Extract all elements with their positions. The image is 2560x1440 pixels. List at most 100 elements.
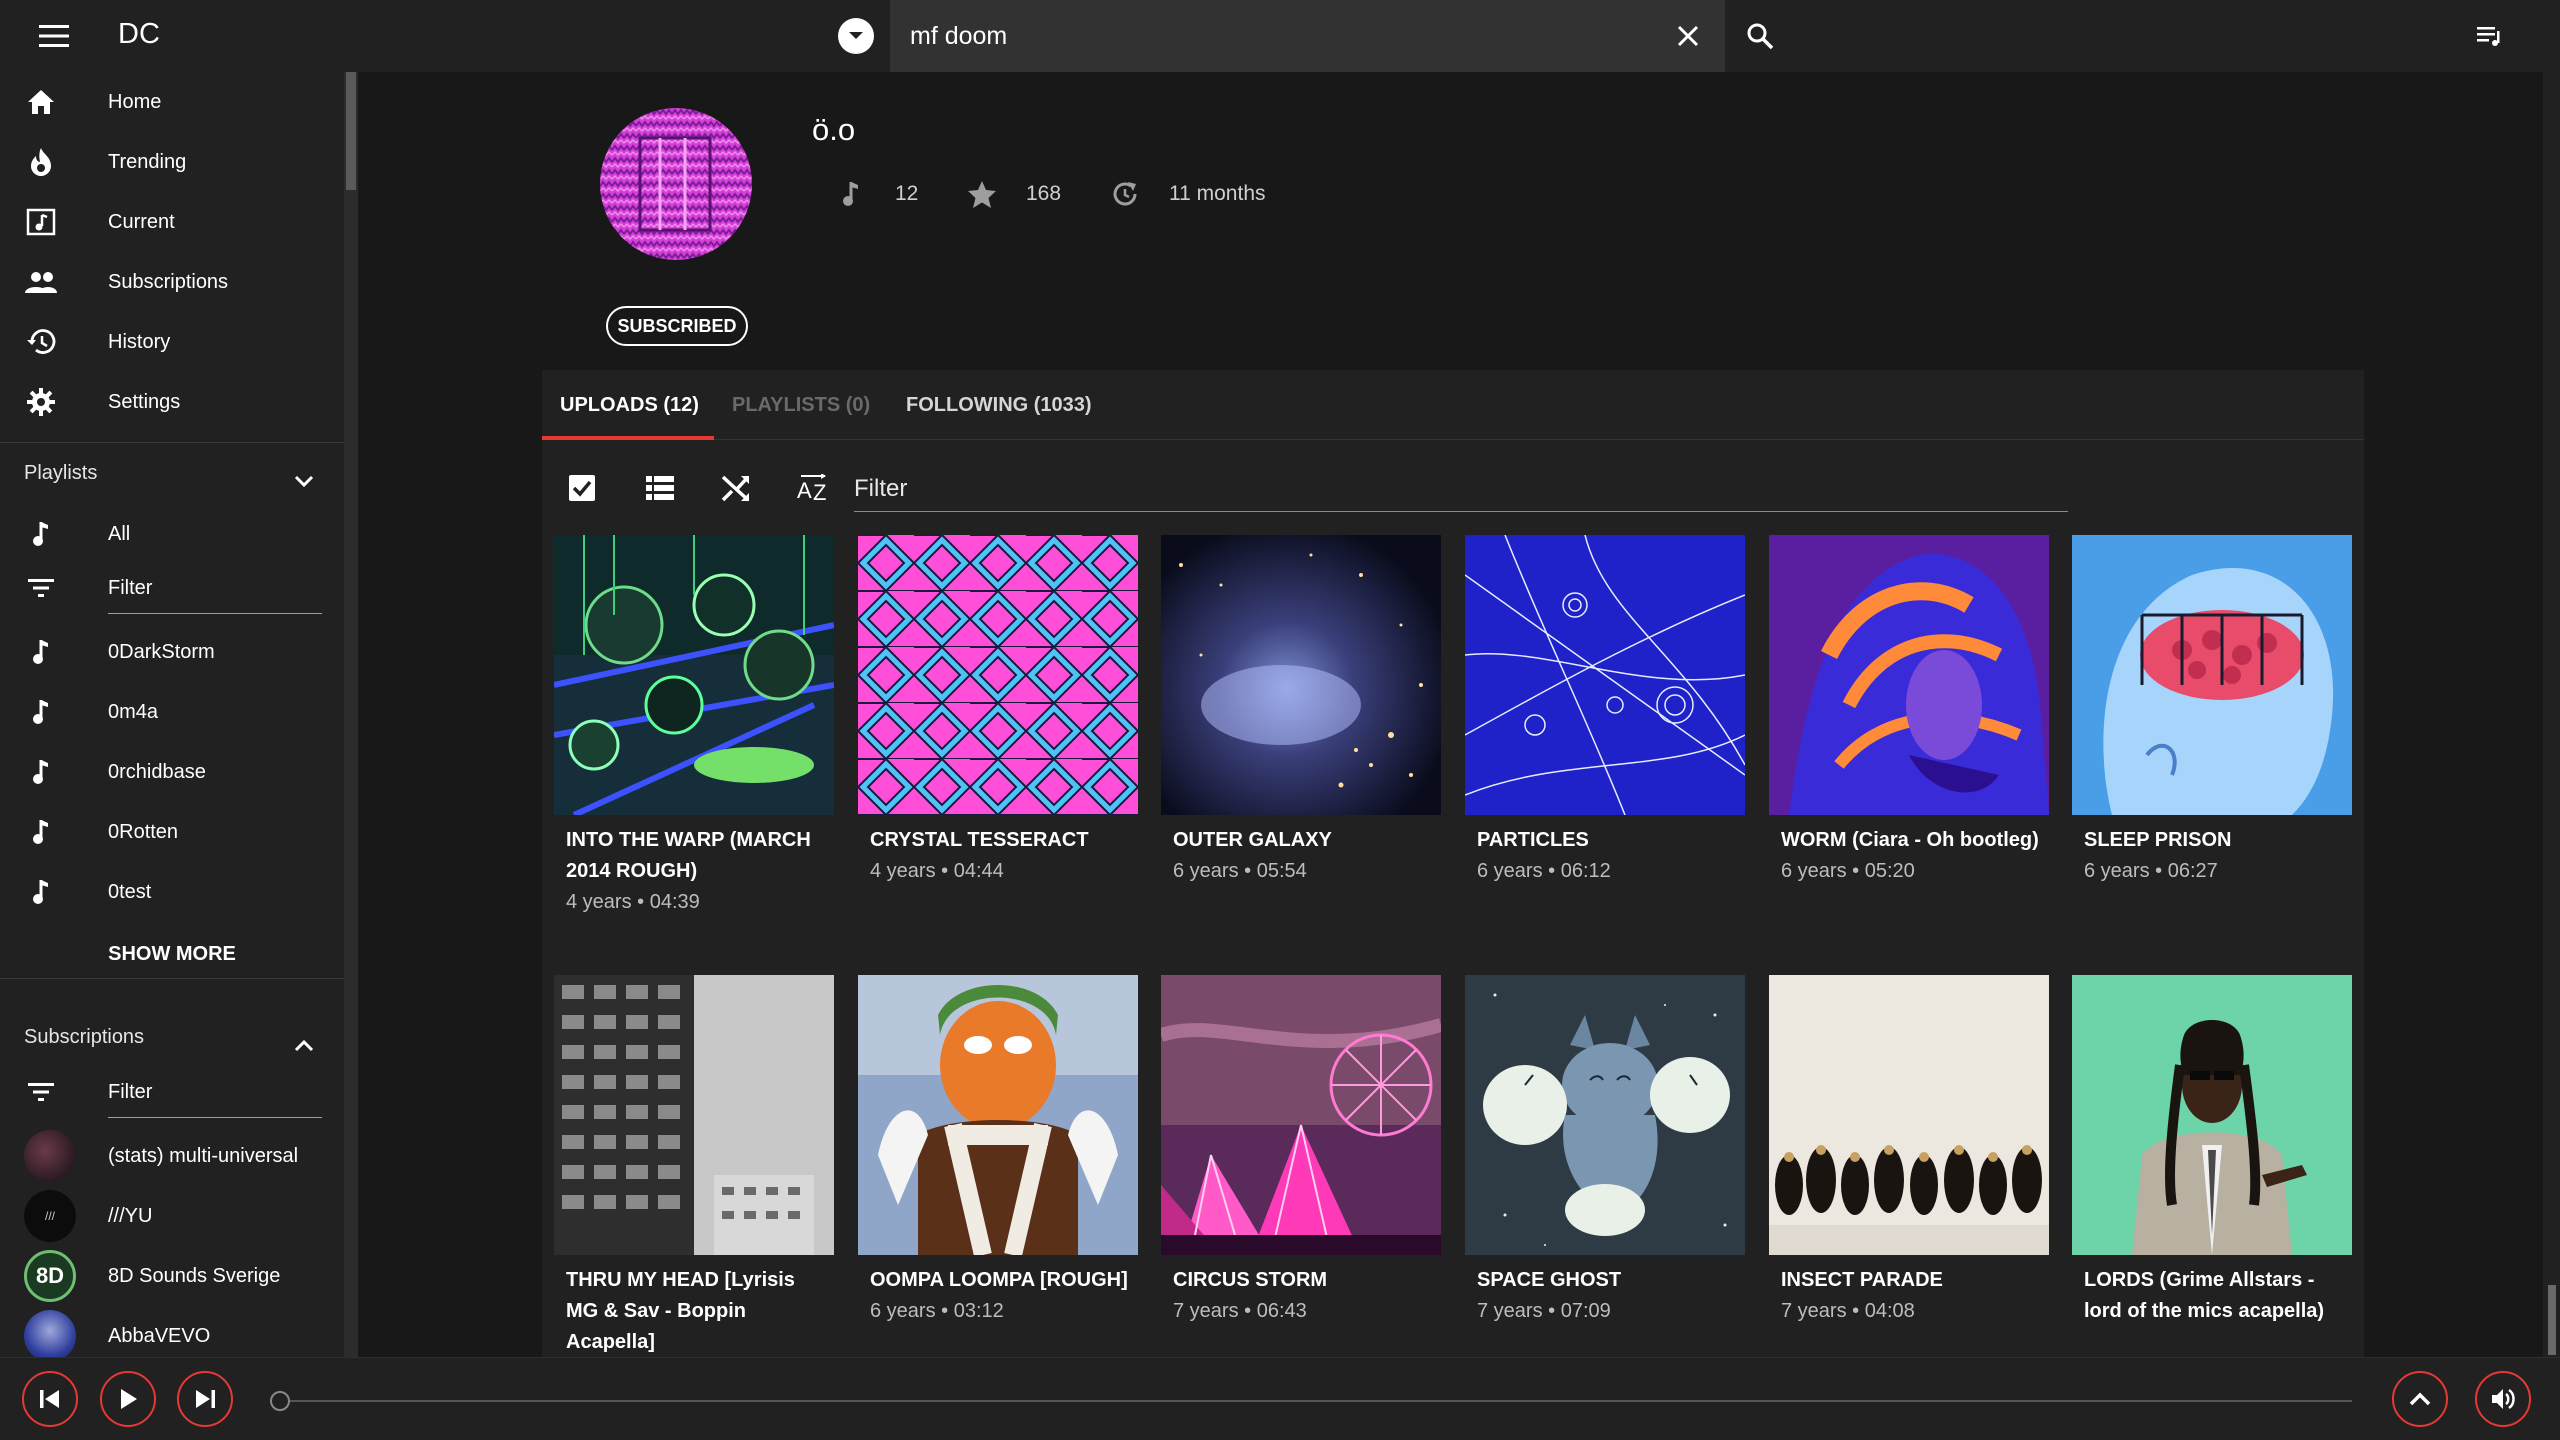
- track-title[interactable]: CRYSTAL TESSERACT: [858, 825, 1138, 856]
- tab-uploads[interactable]: UPLOADS (12): [560, 370, 699, 440]
- sidebar-item-current[interactable]: Current: [0, 192, 344, 252]
- track-tile[interactable]: OUTER GALAXY 6 years • 05:54: [1161, 535, 1441, 887]
- track-artwork[interactable]: [1465, 975, 1745, 1255]
- chevron-up-icon[interactable]: [288, 1030, 320, 1062]
- track-title[interactable]: INTO THE WARP (MARCH 2014 ROUGH): [554, 825, 834, 887]
- seek-handle[interactable]: [270, 1391, 290, 1411]
- track-tile[interactable]: WORM (Ciara - Oh bootleg) 6 years • 05:2…: [1769, 535, 2049, 887]
- subscription-item[interactable]: (stats) multi-universal: [0, 1126, 344, 1186]
- track-tile[interactable]: CRYSTAL TESSERACT 4 years • 04:44: [858, 535, 1138, 887]
- play-button[interactable]: [100, 1371, 156, 1427]
- playlist-item[interactable]: 0rchidbase: [0, 742, 344, 802]
- playlist-item[interactable]: 0test: [0, 862, 344, 922]
- sidebar-item-subscriptions[interactable]: Subscriptions: [0, 252, 344, 312]
- avatar: 8D: [24, 1250, 76, 1302]
- app-title: DC: [118, 18, 160, 50]
- track-title[interactable]: CIRCUS STORM: [1161, 1265, 1441, 1296]
- music-note-icon: [24, 695, 58, 729]
- track-tile[interactable]: INSECT PARADE 7 years • 04:08: [1769, 975, 2049, 1327]
- track-artwork[interactable]: [1769, 975, 2049, 1255]
- track-artwork[interactable]: [1161, 975, 1441, 1255]
- tab-playlists[interactable]: PLAYLISTS (0): [732, 370, 870, 440]
- volume-button[interactable]: [2475, 1371, 2531, 1427]
- track-title[interactable]: THRU MY HEAD [Lyrisis MG & Sav - Boppin …: [554, 1265, 834, 1358]
- track-artwork[interactable]: [1769, 535, 2049, 815]
- track-title[interactable]: OUTER GALAXY: [1161, 825, 1441, 856]
- playlist-filter-label: Filter: [108, 576, 153, 599]
- select-all-checkbox-icon[interactable]: [560, 466, 604, 510]
- subscription-item[interactable]: 8D 8D Sounds Sverige: [0, 1246, 344, 1306]
- playlist-item[interactable]: 0Rotten: [0, 802, 344, 862]
- track-title[interactable]: INSECT PARADE: [1769, 1265, 2049, 1296]
- playlist-filter[interactable]: Filter: [0, 558, 344, 618]
- search-input[interactable]: [910, 0, 1630, 72]
- sidebar: Home Trending Current Subscriptions Hist…: [0, 72, 358, 1357]
- expand-player-button[interactable]: [2392, 1371, 2448, 1427]
- search-icon[interactable]: [1740, 18, 1780, 54]
- playlist-item[interactable]: 0DarkStorm: [0, 622, 344, 682]
- show-more-button[interactable]: SHOW MORE: [0, 930, 344, 978]
- track-title[interactable]: LORDS (Grime Allstars - lord of the mics…: [2072, 1265, 2352, 1327]
- svg-text:Z: Z: [813, 480, 826, 502]
- queue-icon[interactable]: [2470, 18, 2510, 54]
- last-updated: 11 months: [1169, 182, 1266, 205]
- subscribed-button[interactable]: SUBSCRIBED: [606, 306, 748, 346]
- seek-bar[interactable]: [272, 1400, 2352, 1402]
- avatar: [24, 1310, 76, 1357]
- sidebar-scrollbar-thumb[interactable]: [346, 72, 356, 190]
- track-tile[interactable]: THRU MY HEAD [Lyrisis MG & Sav - Boppin …: [554, 975, 834, 1358]
- track-artwork[interactable]: [1465, 535, 1745, 815]
- track-artwork[interactable]: [2072, 535, 2352, 815]
- sidebar-item-home[interactable]: Home: [0, 72, 344, 132]
- subscription-item-label: ///YU: [108, 1204, 153, 1227]
- subscription-item[interactable]: AbbaVEVO: [0, 1306, 344, 1357]
- track-title[interactable]: OOMPA LOOMPA [ROUGH]: [858, 1265, 1138, 1296]
- track-filter-input[interactable]: [854, 466, 2068, 512]
- track-meta: 7 years • 04:08: [1781, 1300, 1915, 1322]
- sidebar-item-history[interactable]: History: [0, 312, 344, 372]
- track-tile[interactable]: SPACE GHOST 7 years • 07:09: [1465, 975, 1745, 1327]
- tab-following[interactable]: FOLLOWING (1033): [906, 370, 1092, 440]
- avatar: [24, 1130, 76, 1182]
- track-artwork[interactable]: [858, 535, 1138, 815]
- track-tile[interactable]: PARTICLES 6 years • 06:12: [1465, 535, 1745, 887]
- filter-icon: [24, 571, 58, 605]
- track-title[interactable]: PARTICLES: [1465, 825, 1745, 856]
- people-icon: [24, 265, 58, 299]
- menu-icon[interactable]: [32, 18, 76, 54]
- track-artwork[interactable]: [2072, 975, 2352, 1255]
- search-options-dropdown-icon[interactable]: [838, 18, 874, 54]
- track-tile[interactable]: SLEEP PRISON 6 years • 06:27: [2072, 535, 2352, 887]
- track-artwork[interactable]: [858, 975, 1138, 1255]
- subscription-item[interactable]: /// ///YU: [0, 1186, 344, 1246]
- track-title[interactable]: SLEEP PRISON: [2072, 825, 2352, 856]
- sidebar-item-settings[interactable]: Settings: [0, 372, 344, 432]
- playlists-section-title: Playlists: [24, 462, 98, 484]
- sidebar-scrollbar[interactable]: [344, 72, 358, 1357]
- track-tile[interactable]: CIRCUS STORM 7 years • 06:43: [1161, 975, 1441, 1327]
- sidebar-item-label: Current: [108, 210, 175, 233]
- track-tile[interactable]: INTO THE WARP (MARCH 2014 ROUGH) 4 years…: [554, 535, 834, 918]
- sidebar-item-trending[interactable]: Trending: [0, 132, 344, 192]
- playlist-item[interactable]: 0m4a: [0, 682, 344, 742]
- clear-search-icon[interactable]: [1668, 18, 1708, 54]
- sidebar-item-label: Trending: [108, 150, 187, 173]
- track-tile[interactable]: LORDS (Grime Allstars - lord of the mics…: [2072, 975, 2352, 1327]
- channel-name: ö.o: [812, 112, 856, 147]
- list-view-icon[interactable]: [638, 466, 682, 510]
- previous-track-button[interactable]: [22, 1371, 78, 1427]
- track-tile[interactable]: OOMPA LOOMPA [ROUGH] 6 years • 03:12: [858, 975, 1138, 1327]
- track-artwork[interactable]: [1161, 535, 1441, 815]
- track-title[interactable]: WORM (Ciara - Oh bootleg): [1769, 825, 2049, 856]
- playlist-item-all[interactable]: All: [0, 504, 344, 564]
- track-artwork[interactable]: [554, 535, 834, 815]
- track-title[interactable]: SPACE GHOST: [1465, 1265, 1745, 1296]
- next-track-button[interactable]: [177, 1371, 233, 1427]
- chevron-down-icon[interactable]: [288, 465, 320, 497]
- main-scrollbar[interactable]: [2543, 72, 2560, 1357]
- main-scrollbar-thumb[interactable]: [2548, 1285, 2556, 1355]
- subscription-filter[interactable]: Filter: [0, 1062, 344, 1122]
- track-artwork[interactable]: [554, 975, 834, 1255]
- sort-az-icon[interactable]: AZ: [792, 466, 836, 510]
- shuffle-icon[interactable]: [714, 466, 758, 510]
